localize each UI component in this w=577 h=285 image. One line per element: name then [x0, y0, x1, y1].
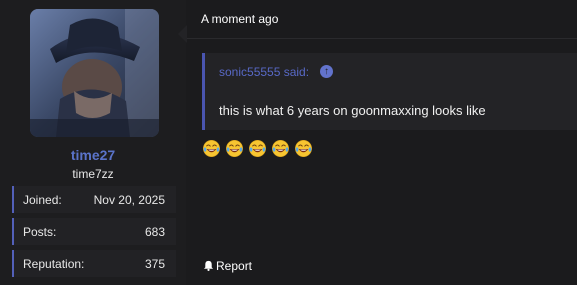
- report-label: Report: [216, 259, 253, 273]
- stat-joined: Joined: Nov 20, 2025: [12, 186, 176, 213]
- forum-post: time27 time7zz Joined: Nov 20, 2025 Post…: [0, 0, 577, 285]
- report-button[interactable]: Report: [203, 259, 252, 273]
- user-info-panel: time27 time7zz Joined: Nov 20, 2025 Post…: [0, 0, 186, 285]
- stat-value: 683: [144, 225, 165, 239]
- stat-value: 375: [144, 257, 165, 271]
- stat-posts: Posts: 683: [12, 218, 176, 245]
- post-timestamp[interactable]: A moment ago: [201, 12, 278, 26]
- face-with-tears-of-joy-icon: [295, 140, 312, 157]
- message-body: A moment ago sonic55555 said: ↑ this is …: [187, 0, 577, 285]
- avatar[interactable]: [30, 9, 159, 137]
- arrow-up-circle-icon[interactable]: ↑: [320, 65, 333, 78]
- stat-label: Joined:: [23, 193, 62, 207]
- stat-label: Reputation:: [23, 257, 85, 271]
- user-title: time7zz: [72, 167, 114, 181]
- quote-block: sonic55555 said: ↑ this is what 6 years …: [202, 53, 577, 130]
- stat-label: Posts:: [23, 225, 57, 239]
- face-with-tears-of-joy-icon: [226, 140, 243, 157]
- stat-reputation: Reputation: 375: [12, 250, 176, 277]
- face-with-tears-of-joy-icon: [203, 140, 220, 157]
- quote-author[interactable]: sonic55555 said:: [219, 65, 309, 79]
- stat-value: Nov 20, 2025: [93, 193, 165, 207]
- face-with-tears-of-joy-icon: [272, 140, 289, 157]
- emoji-row: [202, 139, 317, 161]
- message-pointer: [178, 25, 187, 43]
- bell-icon: [203, 260, 214, 271]
- username[interactable]: time27: [0, 147, 186, 163]
- quote-text: this is what 6 years on goonmaxxing look…: [219, 103, 486, 118]
- divider: [187, 38, 577, 39]
- face-with-tears-of-joy-icon: [249, 140, 266, 157]
